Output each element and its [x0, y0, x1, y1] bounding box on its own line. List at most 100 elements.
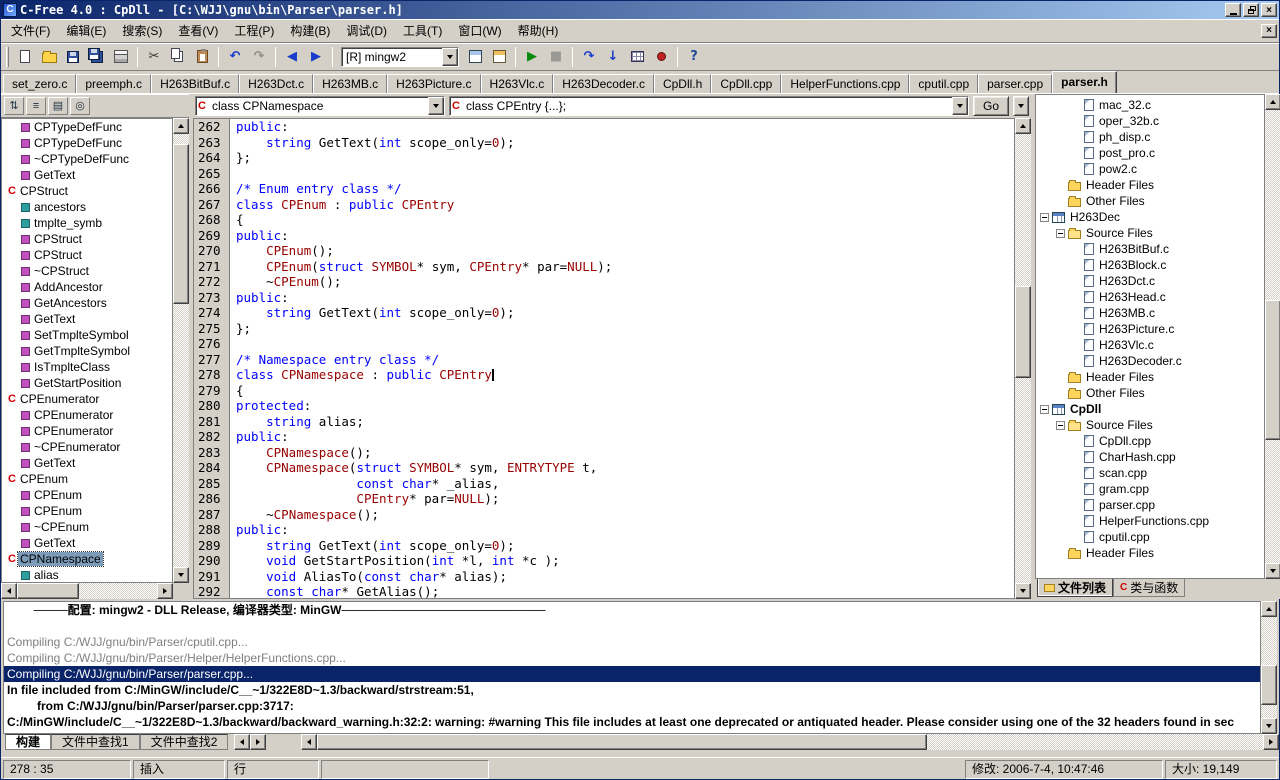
project-tree-item[interactable]: cputil.cpp: [1036, 529, 1264, 545]
symbol-item[interactable]: GetText: [2, 535, 172, 551]
symbol-hscrollbar[interactable]: [1, 583, 173, 599]
symbol-item[interactable]: CCPEnum: [2, 471, 172, 487]
symbol-tree[interactable]: CPTypeDefFuncCPTypeDefFunc~CPTypeDefFunc…: [1, 118, 173, 583]
code-line[interactable]: 287 ~CPNamespace();: [194, 507, 1014, 523]
file-tab-preemph.c[interactable]: preemph.c: [76, 74, 151, 93]
menu-item[interactable]: 文件(F): [3, 19, 58, 42]
scroll-track[interactable]: [1015, 134, 1031, 583]
help-button[interactable]: ?: [682, 45, 706, 68]
symbol-item[interactable]: CPEnum: [2, 487, 172, 503]
symbol-item[interactable]: CPEnumerator: [2, 407, 172, 423]
scroll-left-button[interactable]: [1, 583, 17, 599]
menu-item[interactable]: 窗口(W): [450, 19, 509, 42]
project-tree-item[interactable]: CpDll: [1036, 401, 1264, 417]
code-line[interactable]: 262public:: [194, 119, 1014, 135]
panel-tab-file-list[interactable]: 文件列表: [1037, 579, 1113, 597]
symbol-item[interactable]: CCPEnumerator: [2, 391, 172, 407]
nav-forward-button[interactable]: ▶: [304, 45, 328, 68]
scroll-track[interactable]: [317, 734, 1263, 750]
step-into-button[interactable]: ↓: [601, 45, 625, 68]
scroll-down-button[interactable]: [1261, 718, 1277, 734]
project-tree-item[interactable]: H263MB.c: [1036, 305, 1264, 321]
list-view-icon[interactable]: ▤: [48, 97, 68, 115]
scroll-left-button[interactable]: [301, 734, 317, 750]
nav-back-button[interactable]: ◀: [280, 45, 304, 68]
toggle-breakpoint-button[interactable]: [649, 45, 673, 68]
output-vscrollbar[interactable]: [1261, 601, 1277, 734]
scroll-track[interactable]: [1261, 617, 1277, 718]
output-line[interactable]: C:/MinGW/include/C__~1/322E8D~1.3/backwa…: [4, 714, 1260, 730]
collapse-icon[interactable]: [1040, 405, 1049, 414]
code-line[interactable]: 269public:: [194, 228, 1014, 244]
code-line[interactable]: 288public:: [194, 522, 1014, 538]
project-tree-item[interactable]: gram.cpp: [1036, 481, 1264, 497]
scroll-up-button[interactable]: [173, 118, 189, 134]
scroll-down-button[interactable]: [173, 567, 189, 583]
scroll-thumb[interactable]: [173, 144, 189, 304]
code-line[interactable]: 264};: [194, 150, 1014, 166]
project-tree-item[interactable]: Source Files: [1036, 225, 1264, 241]
menu-item[interactable]: 构建(B): [282, 19, 338, 42]
project-tree-item[interactable]: parser.cpp: [1036, 497, 1264, 513]
menu-item[interactable]: 工程(P): [226, 19, 282, 42]
scroll-track[interactable]: [1265, 110, 1280, 563]
scroll-up-button[interactable]: [1015, 118, 1031, 134]
sort-icon[interactable]: ⇅: [4, 97, 24, 115]
file-tab-cpdll.cpp[interactable]: CpDll.cpp: [711, 74, 781, 93]
go-options-button[interactable]: [1013, 96, 1029, 116]
dropdown-arrow-icon[interactable]: [442, 48, 458, 66]
project-tree[interactable]: mac_32.coper_32b.cph_disp.cpost_pro.cpow…: [1035, 94, 1265, 579]
open-file-button[interactable]: [37, 45, 61, 68]
code-line[interactable]: 275};: [194, 321, 1014, 337]
file-tab-set_zero.c[interactable]: set_zero.c: [3, 74, 76, 93]
menu-item[interactable]: 调试(D): [338, 19, 395, 42]
menu-item[interactable]: 查看(V): [170, 19, 226, 42]
output-line[interactable]: Compiling C:/WJJ/gnu/bin/Parser/Helper/H…: [4, 650, 1260, 666]
scroll-up-button[interactable]: [1265, 94, 1280, 110]
scroll-track[interactable]: [17, 583, 157, 599]
symbol-item[interactable]: alias: [2, 567, 172, 583]
save-all-button[interactable]: [85, 45, 109, 68]
symbol-item[interactable]: CPEnum: [2, 503, 172, 519]
scroll-track[interactable]: [173, 134, 189, 567]
code-line[interactable]: 277/* Namespace entry class */: [194, 352, 1014, 368]
panel-tab-classes[interactable]: C类与函数: [1113, 579, 1185, 597]
symbol-item[interactable]: ~CPStruct: [2, 263, 172, 279]
code-line[interactable]: 273public:: [194, 290, 1014, 306]
scroll-thumb[interactable]: [17, 583, 79, 599]
symbol-item[interactable]: CPStruct: [2, 247, 172, 263]
project-tree-item[interactable]: H263Dct.c: [1036, 273, 1264, 289]
symbol-item[interactable]: tmplte_symb: [2, 215, 172, 231]
project-tree-item[interactable]: pow2.c: [1036, 161, 1264, 177]
scroll-right-button[interactable]: [1263, 734, 1279, 750]
minimize-button[interactable]: [1225, 3, 1241, 17]
tab-scroll-left-button[interactable]: [234, 734, 250, 750]
file-tab-cpdll.h[interactable]: CpDll.h: [654, 74, 711, 93]
file-tab-h263picture.c[interactable]: H263Picture.c: [387, 74, 480, 93]
code-line[interactable]: 271 CPEnum(struct SYMBOL* sym, CPEntry* …: [194, 259, 1014, 275]
file-tab-h263bitbuf.c[interactable]: H263BitBuf.c: [151, 74, 239, 93]
copy-button[interactable]: [166, 45, 190, 68]
symbol-item[interactable]: CCPNamespace: [2, 551, 172, 567]
stop-button[interactable]: ■: [544, 45, 568, 68]
scroll-thumb[interactable]: [1261, 665, 1277, 705]
project-tree-item[interactable]: ph_disp.c: [1036, 129, 1264, 145]
file-tab-h263mb.c[interactable]: H263MB.c: [313, 74, 387, 93]
code-line[interactable]: 283 CPNamespace();: [194, 445, 1014, 461]
build-config-combobox[interactable]: [R] mingw2: [341, 47, 459, 67]
symbol-item[interactable]: GetText: [2, 167, 172, 183]
code-line[interactable]: 265: [194, 166, 1014, 182]
project-tree-item[interactable]: H263Vlc.c: [1036, 337, 1264, 353]
project-tree-item[interactable]: H263Dec: [1036, 209, 1264, 225]
symbol-item[interactable]: ancestors: [2, 199, 172, 215]
code-line[interactable]: 268{: [194, 212, 1014, 228]
toolbar-grip[interactable]: [6, 47, 9, 67]
code-line[interactable]: 284 CPNamespace(struct SYMBOL* sym, ENTR…: [194, 460, 1014, 476]
project-tree-item[interactable]: HelperFunctions.cpp: [1036, 513, 1264, 529]
scroll-up-button[interactable]: [1261, 601, 1277, 617]
symbol-item[interactable]: ~CPEnumerator: [2, 439, 172, 455]
editor-vscrollbar[interactable]: [1015, 118, 1031, 599]
project-tree-item[interactable]: Other Files: [1036, 385, 1264, 401]
scroll-thumb[interactable]: [1015, 286, 1031, 378]
tab-scroll-right-button[interactable]: [250, 734, 266, 750]
